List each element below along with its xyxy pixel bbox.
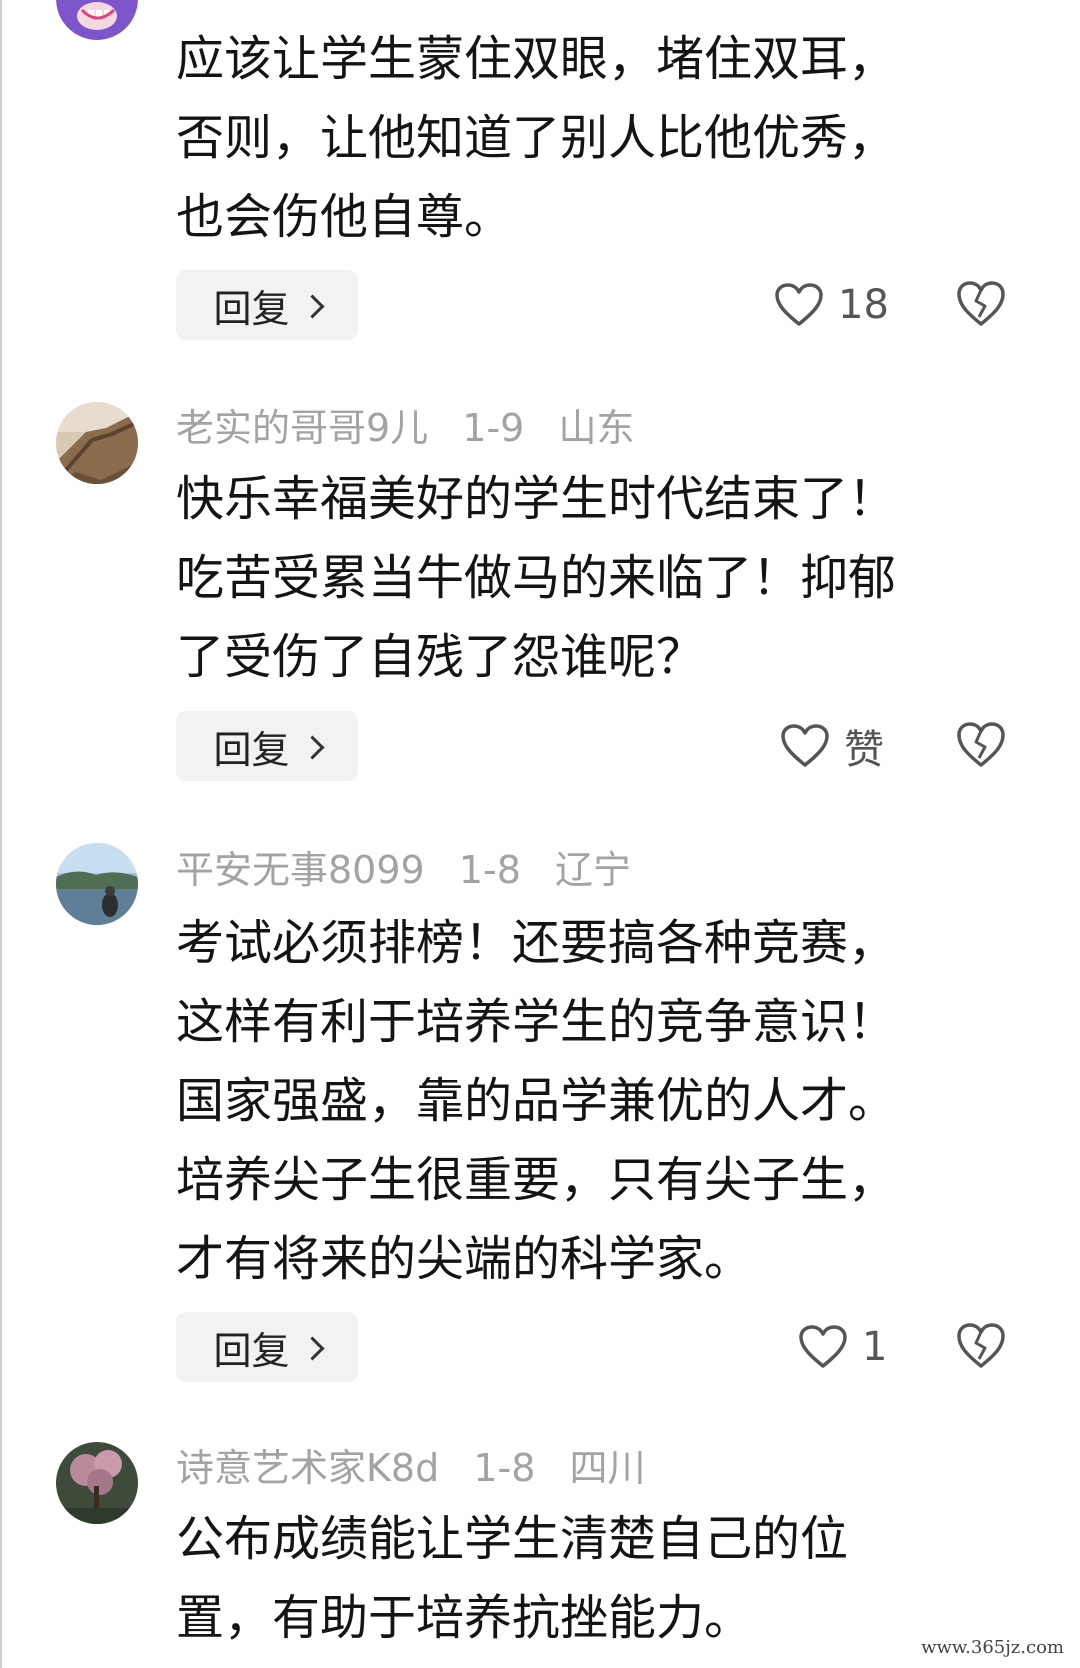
dislike-button[interactable] bbox=[955, 720, 1007, 772]
avatar[interactable] bbox=[56, 843, 138, 925]
comment-text: 应该让学生蒙住双眼，堵住双耳， 否则，让他知道了别人比他优秀， 也会伤他自尊。 bbox=[176, 31, 897, 245]
reply-button[interactable]: 回复 bbox=[176, 711, 358, 781]
like-button[interactable]: 18 bbox=[774, 270, 889, 340]
username[interactable]: 老实的哥哥9儿 bbox=[176, 406, 428, 450]
broken-heart-icon bbox=[957, 281, 1005, 326]
great-wall-avatar-icon bbox=[56, 402, 138, 484]
broken-heart-icon bbox=[957, 1323, 1005, 1368]
lake-avatar-icon bbox=[56, 843, 138, 925]
username[interactable]: 诗意艺术家K8d bbox=[176, 1446, 439, 1490]
avatar[interactable] bbox=[56, 402, 138, 484]
like-count: 18 bbox=[838, 282, 889, 328]
comment-date: 1-8 bbox=[458, 848, 521, 892]
comment-date: 1-9 bbox=[462, 406, 525, 450]
comment-text: 考试必须排榜！还要搞各种竞赛， 这样有利于培养学生的竞争意识！ 国家强盛，靠的品… bbox=[176, 915, 897, 1287]
like-label: 赞 bbox=[844, 727, 884, 773]
dislike-button[interactable] bbox=[955, 1321, 1007, 1373]
dislike-button[interactable] bbox=[955, 279, 1007, 331]
avatar[interactable] bbox=[56, 0, 138, 40]
comment-meta: 老实的哥哥9儿 1-9 山东 bbox=[176, 404, 656, 452]
chevron-right-icon bbox=[299, 734, 325, 760]
like-count: 1 bbox=[862, 1324, 888, 1370]
heart-icon bbox=[775, 283, 823, 326]
chevron-right-icon bbox=[299, 1335, 325, 1361]
username[interactable]: 平安无事8099 bbox=[176, 848, 425, 892]
comment-meta: 诗意艺术家K8d 1-8 四川 bbox=[176, 1444, 668, 1492]
like-button[interactable]: 赞 bbox=[780, 711, 884, 781]
left-edge-divider bbox=[0, 0, 2, 1668]
chevron-right-icon bbox=[299, 293, 325, 319]
avatar[interactable] bbox=[56, 1442, 138, 1524]
blossom-tree-avatar-icon bbox=[56, 1442, 138, 1524]
comment-text: 公布成绩能让学生清楚自己的位 置，有助于培养抗挫能力。 bbox=[176, 1511, 849, 1646]
comment-location: 辽宁 bbox=[554, 848, 631, 892]
watermark: www.365jz.com bbox=[921, 1637, 1064, 1658]
comment-location: 四川 bbox=[569, 1446, 646, 1490]
heart-icon bbox=[781, 724, 829, 767]
comment-location: 山东 bbox=[558, 406, 635, 450]
like-button[interactable]: 1 bbox=[798, 1312, 887, 1382]
heart-icon bbox=[799, 1325, 847, 1368]
cartoon-avatar-icon bbox=[56, 0, 138, 40]
broken-heart-icon bbox=[957, 722, 1005, 767]
reply-button[interactable]: 回复 bbox=[176, 270, 358, 340]
comment-meta: 平安无事8099 1-8 辽宁 bbox=[176, 846, 653, 894]
reply-button[interactable]: 回复 bbox=[176, 1312, 358, 1382]
comment-text: 快乐幸福美好的学生时代结束了！ 吃苦受累当牛做马的来临了！抑郁 了受伤了自残了怨… bbox=[176, 471, 897, 685]
comment-date: 1-8 bbox=[473, 1446, 536, 1490]
